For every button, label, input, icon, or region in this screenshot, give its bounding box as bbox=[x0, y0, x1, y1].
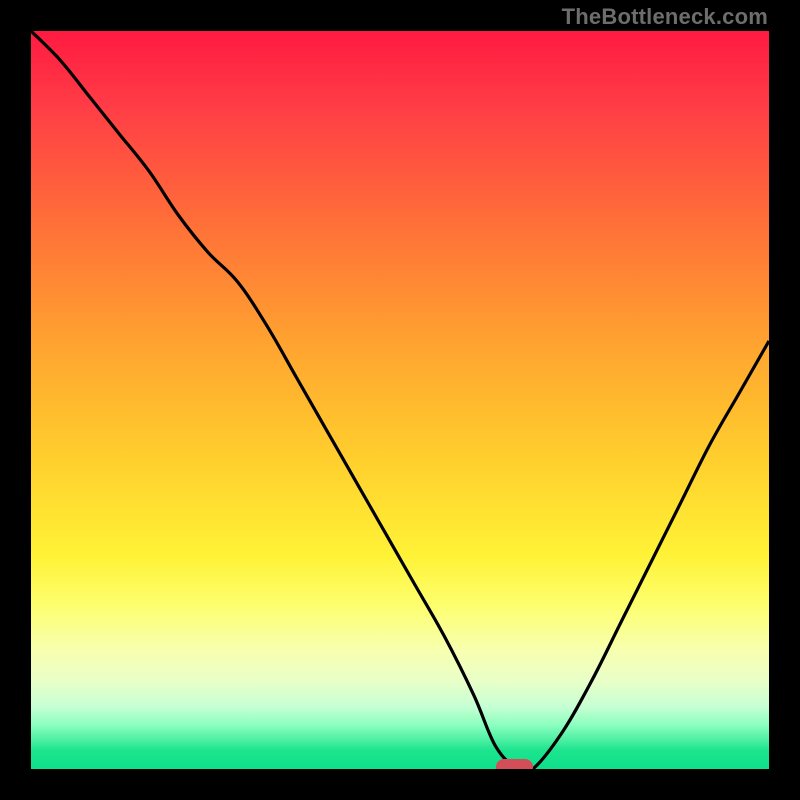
optimal-marker bbox=[496, 759, 533, 769]
plot-area bbox=[31, 31, 769, 769]
bottleneck-curve bbox=[31, 31, 769, 769]
watermark-text: TheBottleneck.com bbox=[562, 4, 768, 30]
chart-frame: TheBottleneck.com bbox=[0, 0, 800, 800]
